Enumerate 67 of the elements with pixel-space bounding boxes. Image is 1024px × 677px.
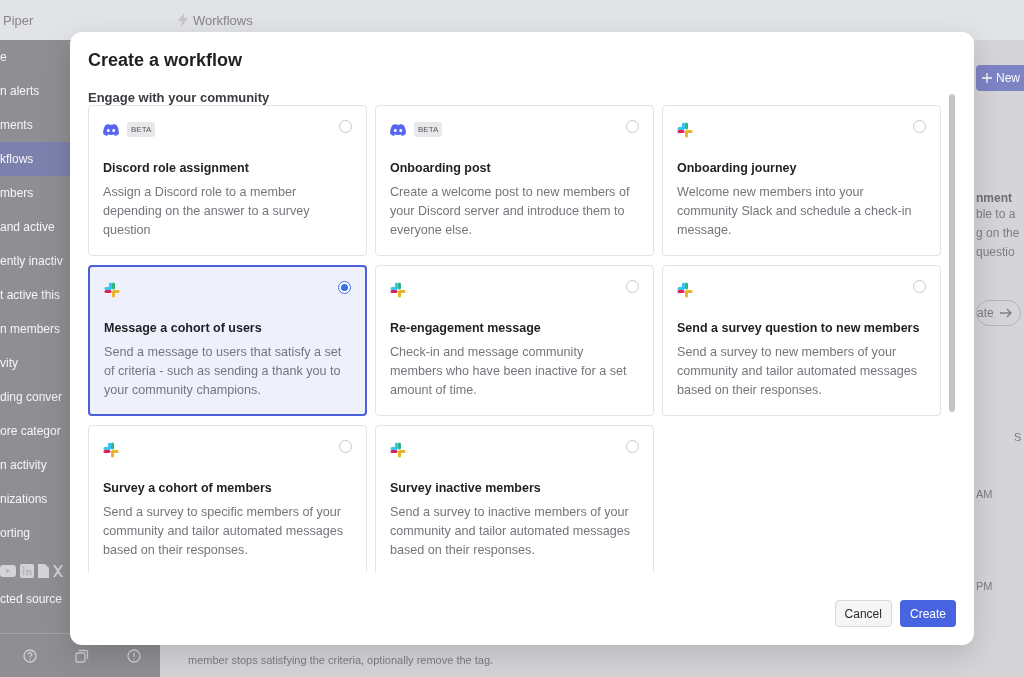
radio-button[interactable] [626,280,639,293]
card-description: Send a survey to inactive members of your community and tailor automated messages based on their responses. [390,504,632,559]
workflow-card[interactable]: Survey a cohort of members Send a survey to specific members of your community and tailor automated messages based on their responses. [88,425,367,572]
card-title: Message a cohort of users [104,321,263,335]
linkedin-icon[interactable] [20,564,34,578]
document-icon[interactable] [38,564,49,578]
card-description: Send a message to users that satisfy a set of criteria - such as sending a thank you to your community champions. [104,344,343,399]
app-name: Piper [3,12,34,28]
page-title: Workflows [193,12,253,28]
slack-icon [677,281,693,298]
workflow-card[interactable]: BETA Discord role assignment Assign a Discord role to a member depending on the answer to a survey question [88,105,367,256]
workflow-card[interactable]: Survey inactive members Send a survey to inactive members of your community and tailor automated messages based on their responses. [375,425,654,572]
template-description: g on the [976,225,1020,242]
workflow-card[interactable]: Message a cohort of users Send a message to users that satisfy a set of criteria - such as sending a thank you to your community champions. [88,265,367,416]
lightning-icon [178,13,188,27]
card-description: Send a survey to specific members of your community and tailor automated messages based on their responses. [103,504,345,559]
radio-button[interactable] [913,280,926,293]
card-description: Send a survey to new members of your community and tailor automated messages based on their responses. [677,344,919,399]
card-title: Discord role assignment [103,161,250,175]
plus-icon [982,73,992,83]
workflow-card[interactable]: Onboarding journey Welcome new members into your community Slack and schedule a check-in message. [662,105,941,256]
template-title: nment [976,191,1012,205]
time-text: PM [976,580,993,592]
discord-icon [103,123,119,136]
cancel-button[interactable]: Cancel [834,600,892,627]
workflow-card[interactable]: BETA Onboarding post Create a welcome post to new members of your Discord server and introduce them to everyone else. [375,105,654,256]
time-text: AM [976,488,993,500]
slack-icon [390,441,406,458]
section-heading: Engage with your community [88,90,271,105]
youtube-icon[interactable] [0,565,16,577]
column-header: S [1014,431,1022,443]
slack-icon [104,282,120,298]
discord-icon [390,123,406,136]
radio-button[interactable] [913,120,926,133]
card-title: Onboarding post [390,161,492,175]
info-icon[interactable] [127,648,141,663]
card-title: Send a survey question to new members [677,321,921,335]
card-title: Survey inactive members [390,481,542,495]
card-description: Assign a Discord role to a member depending on the answer to a survey question [103,184,311,239]
help-icon[interactable] [23,648,37,663]
arrow-right-icon [999,308,1012,318]
workflow-description: member stops satisfying the criteria, optionally remove the tag. [188,654,494,666]
template-description: ble to a [976,206,1016,223]
radio-button[interactable] [339,440,352,453]
radio-button[interactable] [339,120,352,133]
windows-icon[interactable] [75,648,89,663]
card-description: Check-in and message community members who have been inactive for a set amount of time. [390,344,628,399]
card-description: Create a welcome post to new members of your Discord server and introduce them to everyone else. [390,184,631,239]
radio-button[interactable] [626,120,639,133]
dialog-title: Create a workflow [87,49,244,72]
card-description: Welcome new members into your community Slack and schedule a check-in message. [677,184,913,239]
beta-badge: BETA [414,122,443,137]
radio-button[interactable] [626,440,639,453]
radio-button[interactable] [338,281,351,294]
card-title: Re-engagement message [390,321,542,335]
workflow-card[interactable]: Send a survey question to new members Send a survey to new members of your community and tailor automated messages based on their responses. [662,265,941,416]
new-button[interactable]: New [976,65,1024,91]
card-title: Survey a cohort of members [103,481,273,495]
slack-icon [390,281,406,298]
beta-badge: BETA [127,122,156,137]
slack-icon [103,441,119,458]
slack-icon [677,121,693,138]
workflow-card[interactable]: Re-engagement message Check-in and message community members who have been inactive for a set amount of time. [375,265,654,416]
template-description: questio [976,244,1015,261]
create-button[interactable]: Create [899,600,956,627]
card-title: Onboarding journey [677,161,798,175]
scrollbar-thumb[interactable] [949,94,955,412]
